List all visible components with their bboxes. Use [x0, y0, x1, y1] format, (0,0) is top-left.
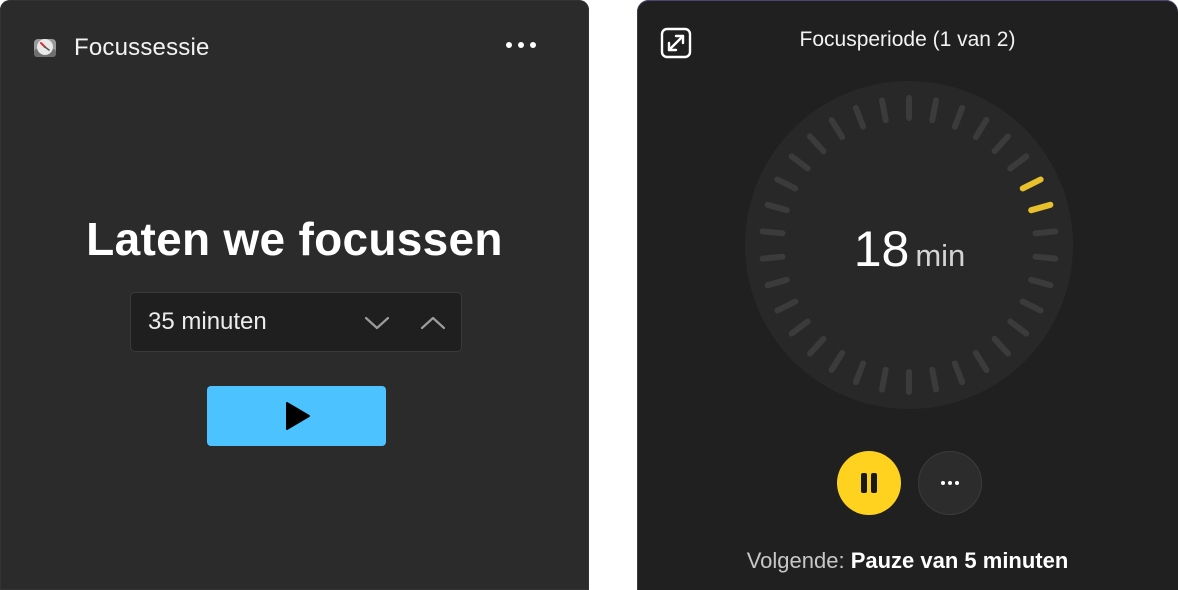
more-options-button[interactable]	[918, 451, 982, 515]
clock-icon	[32, 35, 58, 61]
progress-tick	[929, 366, 939, 393]
progress-tick	[879, 366, 889, 393]
time-remaining-value: 18	[853, 221, 910, 277]
focus-session-widget: Focussessie Laten we focussen 35 minuten	[0, 0, 589, 590]
play-icon	[285, 402, 310, 430]
app-title: Focussessie	[74, 34, 210, 61]
focus-timer-widget: Focusperiode (1 van 2) 18 min Volgende: P…	[637, 0, 1178, 590]
headline: Laten we focussen	[86, 213, 503, 265]
pause-icon	[859, 473, 879, 493]
time-remaining: 18 min	[637, 220, 1178, 278]
next-session-info: Volgende: Pauze van 5 minuten	[637, 548, 1178, 574]
duration-value[interactable]: 35 minuten	[148, 308, 267, 336]
pause-button[interactable]	[837, 451, 901, 515]
progress-tick	[879, 97, 889, 124]
more-horizontal-icon	[941, 481, 959, 485]
more-horizontal-icon	[506, 42, 536, 48]
more-options-button[interactable]	[496, 28, 546, 62]
widget-header: Focussessie	[32, 30, 210, 66]
chevron-down-icon	[364, 316, 390, 330]
increase-duration-button[interactable]	[411, 303, 455, 343]
progress-tick	[929, 97, 939, 124]
decrease-duration-button[interactable]	[355, 303, 399, 343]
start-session-button[interactable]	[207, 386, 386, 446]
period-title: Focusperiode (1 van 2)	[799, 28, 1016, 51]
next-value: Pauze van 5 minuten	[850, 548, 1069, 573]
chevron-up-icon	[420, 316, 446, 330]
duration-spinbox[interactable]: 35 minuten	[130, 292, 462, 352]
next-label: Volgende:	[746, 548, 845, 573]
time-remaining-unit: min	[915, 238, 966, 273]
